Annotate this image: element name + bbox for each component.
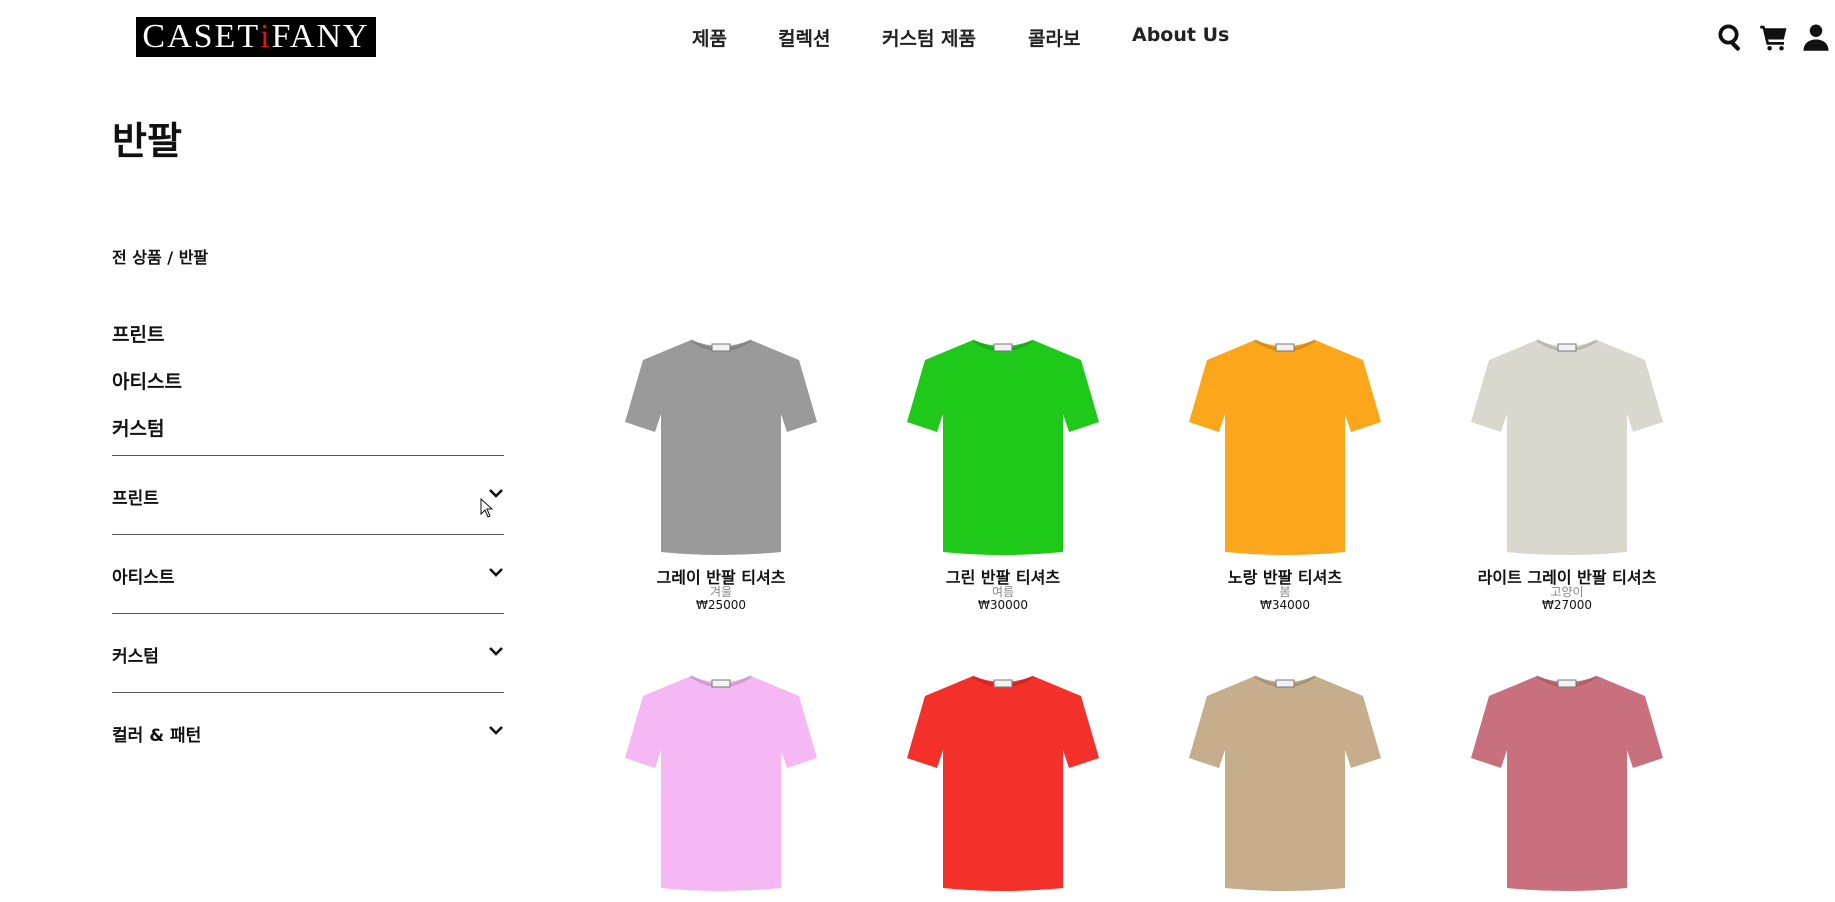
site-header: CASET i FANY 제품 컬렉션 커스텀 제품 콜라보 About Us [0, 0, 1835, 78]
filter-accordion: 프린트 아티스트 커스텀 컬러 & 패턴 [112, 455, 504, 771]
breadcrumb[interactable]: 전 상품 / 반팔 [112, 244, 208, 268]
quick-link-artist[interactable]: 아티스트 [112, 367, 182, 394]
product-price: ₩25000 [695, 598, 747, 612]
product-image [1442, 330, 1692, 562]
product-card[interactable]: 라이트 그레이 반팔 티셔츠 고양이 ₩27000 [1442, 330, 1692, 612]
product-price: ₩30000 [977, 598, 1029, 612]
sidebar-quick-links: 프린트 아티스트 커스텀 [112, 320, 182, 461]
product-image [596, 666, 846, 898]
logo-text-dot: i [260, 18, 272, 55]
product-image [1160, 330, 1410, 562]
product-card[interactable]: 노랑 반팔 티셔츠 봄 ₩34000 [1160, 330, 1410, 612]
product-card[interactable] [1442, 666, 1692, 898]
mouse-cursor-icon [480, 498, 494, 518]
product-image [596, 330, 846, 562]
product-card[interactable] [596, 666, 846, 898]
product-price: ₩34000 [1259, 598, 1311, 612]
product-card[interactable]: 그레이 반팔 티셔츠 겨울 ₩25000 [596, 330, 846, 612]
logo-text-before: CASET [142, 18, 261, 55]
product-tag: 겨울 [709, 585, 733, 599]
product-price: ₩27000 [1541, 598, 1593, 612]
nav-item-about-us[interactable]: About Us [1132, 24, 1229, 46]
filter-label: 아티스트 [112, 568, 175, 588]
nav-item-collab[interactable]: 콜라보 [1028, 24, 1080, 51]
product-image [878, 666, 1128, 898]
user-icon[interactable] [1801, 22, 1831, 52]
product-tag: 여름 [991, 585, 1015, 599]
filter-label: 커스텀 [112, 647, 159, 667]
product-image [1442, 666, 1692, 898]
filter-color-pattern[interactable]: 컬러 & 패턴 [112, 692, 504, 771]
brand-logo[interactable]: CASET i FANY [136, 17, 376, 57]
filter-custom[interactable]: 커스텀 [112, 613, 504, 692]
page-title: 반팔 [112, 119, 182, 163]
cart-icon[interactable] [1759, 22, 1789, 52]
nav-item-products[interactable]: 제품 [692, 24, 727, 51]
filter-print[interactable]: 프린트 [112, 455, 504, 534]
product-image [1160, 666, 1410, 898]
filter-label: 프린트 [112, 489, 159, 509]
chevron-down-icon [488, 722, 504, 738]
product-card[interactable] [878, 666, 1128, 898]
chevron-down-icon [488, 643, 504, 659]
quick-link-custom[interactable]: 커스텀 [112, 414, 182, 441]
product-card[interactable] [1160, 666, 1410, 898]
nav-item-collection[interactable]: 컬렉션 [778, 24, 830, 51]
logo-text-after: FANY [271, 18, 370, 55]
nav-item-custom-products[interactable]: 커스텀 제품 [882, 24, 976, 51]
product-card[interactable]: 그린 반팔 티셔츠 여름 ₩30000 [878, 330, 1128, 612]
search-icon[interactable] [1716, 22, 1746, 52]
chevron-down-icon [488, 564, 504, 580]
quick-link-print[interactable]: 프린트 [112, 320, 182, 347]
filter-artist[interactable]: 아티스트 [112, 534, 504, 613]
product-tag: 봄 [1279, 585, 1291, 599]
product-image [878, 330, 1128, 562]
filter-label: 컬러 & 패턴 [112, 726, 202, 746]
